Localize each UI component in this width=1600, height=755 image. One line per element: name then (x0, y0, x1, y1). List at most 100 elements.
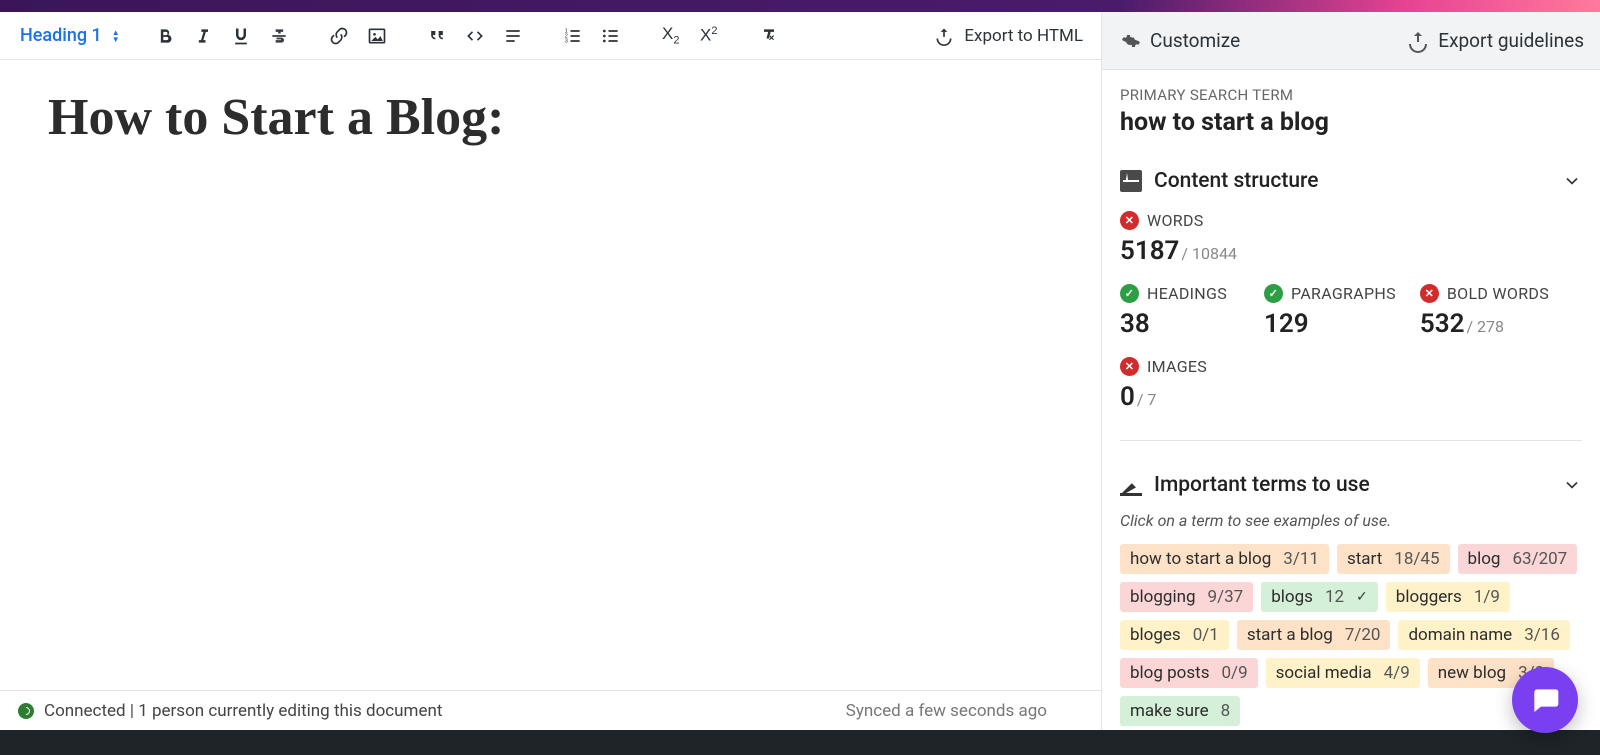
link-button[interactable] (322, 19, 356, 53)
italic-icon (193, 26, 213, 46)
quote-button[interactable] (420, 19, 454, 53)
terms-hint: Click on a term to see examples of use. (1120, 511, 1582, 530)
bold-button[interactable] (148, 19, 182, 53)
term-chip[interactable]: bloggers1/9 (1386, 582, 1510, 612)
term-chip[interactable]: start18/45 (1337, 544, 1450, 574)
headings-label: ✓ HEADINGS (1120, 284, 1240, 303)
chevron-down-icon (1562, 171, 1582, 191)
term-ratio: 9/37 (1208, 587, 1244, 607)
term-name: blog posts (1130, 663, 1210, 683)
important-terms-title: Important terms to use (1154, 473, 1370, 497)
term-ratio: 7/20 (1345, 625, 1381, 645)
headings-value: 38 (1120, 309, 1240, 339)
strike-button[interactable] (262, 19, 296, 53)
code-button[interactable] (458, 19, 492, 53)
heading-style-select[interactable]: Heading 1 ▲▼ (18, 21, 122, 50)
primary-term-value: how to start a blog (1120, 108, 1582, 137)
link-icon (329, 26, 349, 46)
images-label: ✕ IMAGES (1120, 357, 1582, 376)
term-ratio: 63/207 (1512, 549, 1567, 569)
ordered-list-icon: 123 (563, 26, 583, 46)
term-chip[interactable]: blog 63/207 (1458, 544, 1578, 574)
italic-button[interactable] (186, 19, 220, 53)
term-name: new blog (1438, 663, 1506, 683)
check-icon: ✓ (1356, 589, 1368, 605)
underline-icon (231, 26, 251, 46)
sync-status-text: Synced a few seconds ago (846, 701, 1047, 721)
term-chip[interactable]: social media4/9 (1266, 658, 1420, 688)
export-html-button[interactable]: Export to HTML (934, 26, 1083, 46)
primary-term-label: PRIMARY SEARCH TERM (1120, 86, 1582, 104)
status-ok-icon: ✓ (1120, 284, 1139, 303)
export-guidelines-button[interactable]: Export guidelines (1406, 29, 1584, 53)
customize-label: Customize (1150, 29, 1240, 52)
connection-status-text: Connected | 1 person currently editing t… (44, 701, 442, 721)
term-ratio: 8 (1221, 701, 1231, 721)
document-body[interactable]: How to Start a Blog: (0, 60, 1101, 690)
customize-button[interactable]: Customize (1118, 29, 1240, 53)
paragraphs-label: ✓ PARAGRAPHS (1264, 284, 1396, 303)
ordered-list-button[interactable]: 123 (556, 19, 590, 53)
clear-format-button[interactable] (752, 19, 786, 53)
paragraphs-value: 129 (1264, 309, 1396, 339)
structure-icon (1120, 170, 1142, 192)
term-name: domain name (1408, 625, 1512, 645)
term-ratio: 0/9 (1222, 663, 1248, 683)
subscript-button[interactable]: X2 (654, 19, 688, 53)
quote-icon (427, 26, 447, 46)
term-chip[interactable]: blogging 9/37 (1120, 582, 1253, 612)
svg-text:3: 3 (564, 38, 567, 44)
term-name: blogging (1130, 587, 1196, 607)
document-title[interactable]: How to Start a Blog: (48, 88, 1053, 147)
superscript-icon: X2 (700, 25, 717, 46)
important-terms-toggle[interactable]: Important terms to use (1120, 473, 1582, 497)
superscript-button[interactable]: X2 (692, 19, 726, 53)
term-chip[interactable]: start a blog 7/20 (1237, 620, 1391, 650)
status-bad-icon: ✕ (1420, 284, 1439, 303)
subscript-icon: X2 (662, 24, 679, 46)
content-structure-title: Content structure (1154, 169, 1318, 193)
term-chip[interactable]: make sure 8 (1120, 696, 1240, 726)
pencil-icon (1120, 474, 1142, 496)
chat-launcher-button[interactable] (1512, 667, 1578, 733)
align-icon (503, 26, 523, 46)
term-name: social media (1276, 663, 1372, 683)
heading-style-label: Heading 1 (20, 25, 102, 46)
sidebar-top: Customize Export guidelines (1102, 12, 1600, 70)
important-terms-panel: Important terms to use Click on a term t… (1120, 473, 1582, 726)
term-chip[interactable]: domain name3/16 (1398, 620, 1569, 650)
term-chip[interactable]: blog posts 0/9 (1120, 658, 1258, 688)
term-ratio: 3/11 (1283, 549, 1319, 569)
export-icon (1406, 29, 1430, 53)
export-guidelines-label: Export guidelines (1438, 29, 1584, 52)
term-name: blogs (1271, 587, 1313, 607)
underline-button[interactable] (224, 19, 258, 53)
editor-pane: Heading 1 ▲▼ 123 X2 X2 (0, 12, 1102, 730)
align-button[interactable] (496, 19, 530, 53)
chat-icon (1529, 684, 1561, 716)
term-chip[interactable]: bloges0/1 (1120, 620, 1229, 650)
status-bad-icon: ✕ (1120, 211, 1139, 230)
term-chip[interactable]: how to start a blog3/11 (1120, 544, 1329, 574)
bottom-strip (0, 730, 1600, 755)
term-name: blog (1468, 549, 1501, 569)
image-icon (367, 26, 387, 46)
term-name: start a blog (1247, 625, 1333, 645)
connection-status-icon (18, 703, 34, 719)
content-structure-toggle[interactable]: Content structure (1120, 169, 1582, 193)
term-name: make sure (1130, 701, 1209, 721)
bold-icon (155, 26, 175, 46)
term-name: bloggers (1396, 587, 1462, 607)
term-name: bloges (1130, 625, 1181, 645)
guidelines-sidebar: Customize Export guidelines PRIMARY SEAR… (1102, 12, 1600, 730)
bold-value: 532/ 278 (1420, 309, 1549, 339)
chevron-down-icon (1562, 475, 1582, 495)
words-label: ✕ WORDS (1120, 211, 1582, 230)
term-chip[interactable]: blogs 12 ✓ (1261, 582, 1378, 612)
editor-toolbar: Heading 1 ▲▼ 123 X2 X2 (0, 12, 1101, 60)
unordered-list-button[interactable] (594, 19, 628, 53)
updown-icon: ▲▼ (112, 29, 120, 43)
term-ratio: 12 (1325, 587, 1344, 607)
status-bad-icon: ✕ (1120, 357, 1139, 376)
image-button[interactable] (360, 19, 394, 53)
